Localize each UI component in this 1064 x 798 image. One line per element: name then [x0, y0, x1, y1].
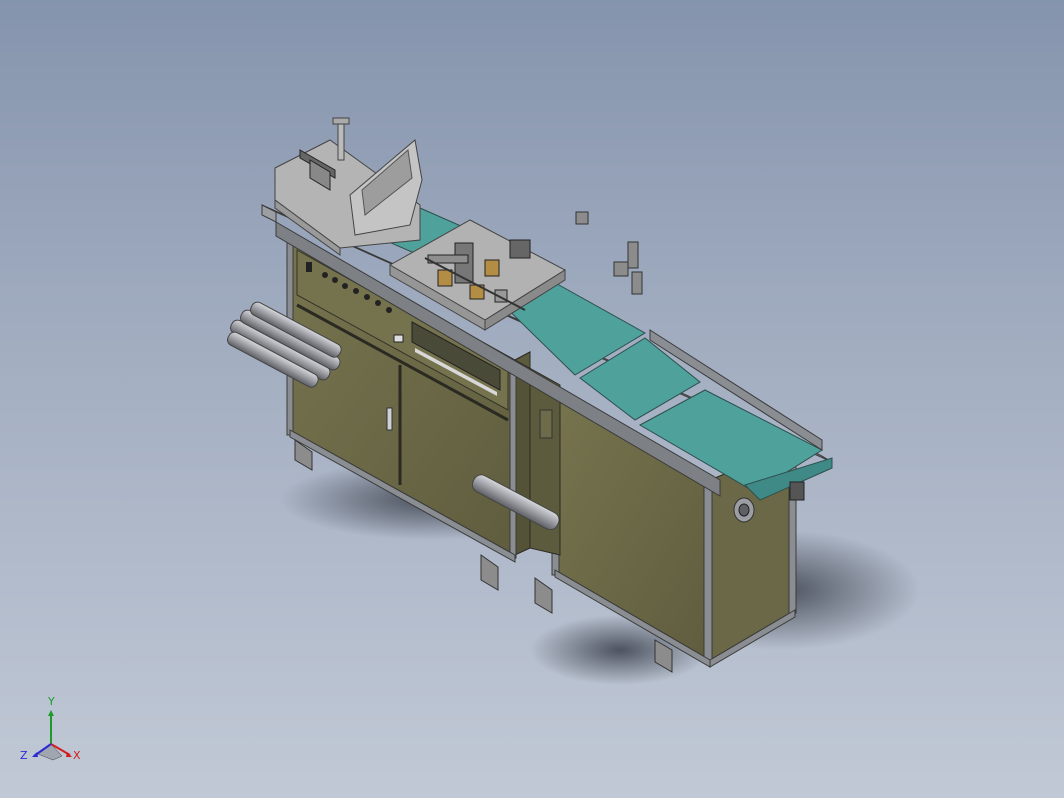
- x-axis-label: X: [73, 749, 81, 762]
- x-axis-arrow-icon: [66, 752, 72, 757]
- axis-triad: Y X Z: [18, 696, 88, 770]
- y-axis-arrow-icon: [48, 710, 54, 716]
- z-axis-label: Z: [20, 749, 28, 762]
- cad-viewport[interactable]: Y X Z: [0, 0, 1064, 798]
- y-axis-label: Y: [48, 695, 55, 708]
- machine-assembly-model[interactable]: [0, 0, 1064, 798]
- z-axis-arrow-icon: [32, 752, 38, 757]
